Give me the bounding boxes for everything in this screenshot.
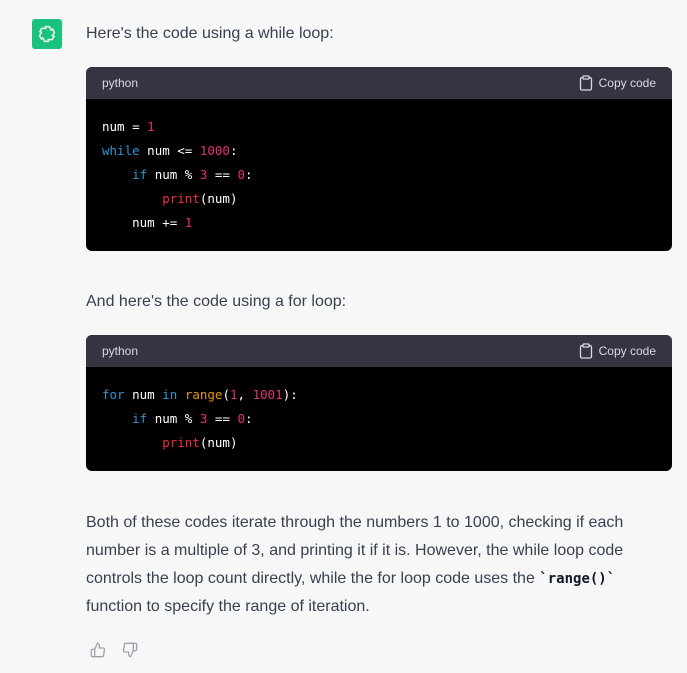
code-block-while: python Copy code num = 1 while num <= 100… (86, 67, 672, 251)
code-token: num += (102, 215, 185, 230)
code-line: for num in range(1, 1001): (102, 383, 656, 407)
thumbs-down-icon (122, 642, 138, 658)
code-content: num = 1 while num <= 1000: if num % 3 == … (86, 99, 672, 235)
code-token: for (102, 387, 125, 402)
copy-code-button[interactable]: Copy code (579, 343, 656, 359)
code-line: if num % 3 == 0: (102, 163, 656, 187)
code-token: num % (147, 411, 200, 426)
code-token: num = (102, 119, 148, 134)
code-language-label: python (102, 344, 139, 358)
thumbs-down-button[interactable] (122, 642, 138, 658)
copy-code-label: Copy code (598, 344, 656, 358)
code-token: == (207, 411, 238, 426)
copy-code-label: Copy code (598, 76, 656, 90)
code-token: : (245, 411, 253, 426)
code-token: print (162, 435, 200, 450)
assistant-avatar (32, 19, 62, 49)
code-token: 0 (237, 167, 246, 182)
code-token: range (184, 387, 223, 402)
code-token: 1001 (252, 387, 283, 402)
code-token: num (124, 387, 163, 402)
openai-logo-icon (38, 25, 56, 43)
code-line: if num % 3 == 0: (102, 407, 656, 431)
code-token: (num) (199, 191, 238, 206)
code-block-header: python Copy code (86, 335, 672, 367)
intro-while-text: Here's the code using a while loop: (86, 25, 334, 42)
code-token: print (162, 191, 200, 206)
code-line: num += 1 (102, 211, 656, 235)
code-block-header: python Copy code (86, 67, 672, 99)
code-token: ): (282, 387, 298, 402)
summary-part-2: function to specify the range of iterati… (86, 598, 370, 615)
clipboard-icon (579, 343, 592, 359)
feedback-buttons (90, 642, 138, 658)
thumbs-up-button[interactable] (90, 642, 106, 658)
clipboard-icon (579, 75, 592, 91)
code-token: if (132, 411, 148, 426)
code-token: num % (147, 167, 200, 182)
code-block-for: python Copy code for num in range(1, 100… (86, 335, 672, 471)
code-line: num = 1 (102, 115, 656, 139)
intro-for-text: And here's the code using a for loop: (86, 293, 347, 310)
copy-code-button[interactable]: Copy code (579, 75, 656, 91)
code-line: while num <= 1000: (102, 139, 656, 163)
code-token: : (245, 167, 253, 182)
code-token: , (237, 387, 253, 402)
code-token: 1000 (199, 143, 230, 158)
code-line: print(num) (102, 431, 656, 455)
code-token: if (132, 167, 148, 182)
code-token: num <= (139, 143, 200, 158)
code-line: print(num) (102, 187, 656, 211)
thumbs-up-icon (90, 642, 106, 658)
code-token: in (162, 387, 178, 402)
code-token: 1 (229, 387, 238, 402)
summary-text: Both of these codes iterate through the … (86, 509, 672, 621)
code-token: == (207, 167, 238, 182)
code-token: 1 (147, 119, 155, 134)
code-language-label: python (102, 76, 139, 90)
inline-code-range: `range()` (539, 571, 616, 587)
code-token: : (229, 143, 238, 158)
code-token: 0 (237, 411, 246, 426)
code-token: (num) (199, 435, 238, 450)
code-content: for num in range(1, 1001): if num % 3 ==… (86, 367, 672, 455)
code-token: ( (222, 387, 230, 402)
code-token: 1 (184, 215, 193, 230)
code-token: while (102, 143, 140, 158)
